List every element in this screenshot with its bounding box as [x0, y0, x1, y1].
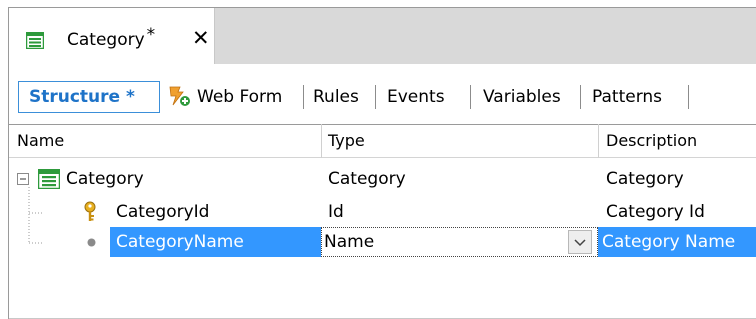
key-icon — [84, 201, 96, 221]
chevron-down-icon[interactable] — [568, 230, 592, 254]
row-name: Category — [66, 169, 144, 189]
collapse-icon[interactable] — [17, 173, 29, 185]
tree-lines — [28, 187, 43, 244]
row-description: Category — [606, 169, 684, 189]
row-type: Category — [328, 169, 406, 189]
row-description: Category Name — [602, 232, 736, 252]
row-name: CategoryId — [116, 202, 210, 222]
row-name: CategoryName — [116, 232, 244, 252]
row-description: Category Id — [606, 202, 705, 222]
transaction-icon — [38, 169, 60, 189]
type-combobox-value[interactable]: Name — [324, 227, 374, 257]
row-type: Id — [328, 202, 344, 222]
attribute-bullet-icon — [87, 238, 96, 247]
